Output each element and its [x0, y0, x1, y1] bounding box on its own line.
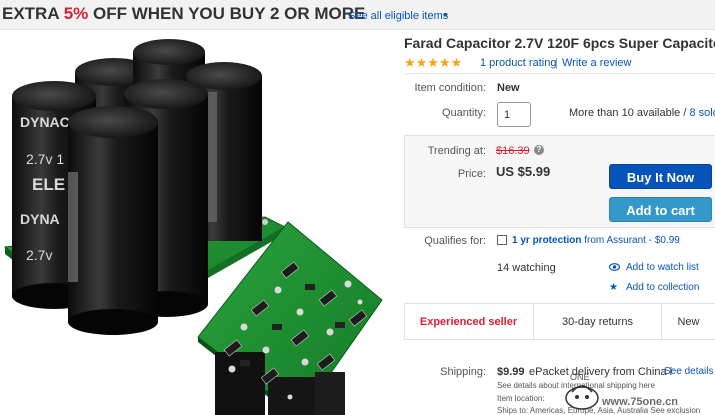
capacitor-module-illustration: DYNAC 2.7v 1 ELE DYNA 2.7v [3, 39, 383, 415]
info-icon[interactable]: ? [534, 145, 544, 155]
price-label: Price: [457, 168, 486, 180]
shipping-price: $9.99 [497, 366, 525, 378]
promo-text-after: OFF WHEN YOU BUY 2 OR MORE [88, 4, 366, 23]
protection-checkbox[interactable] [497, 235, 507, 245]
cap-label-3: ELE [32, 175, 65, 194]
product-title: Farad Capacitor 2.7V 120F 6pcs Super Cap… [404, 35, 715, 51]
price-value: US $5.99 [496, 164, 551, 179]
svg-text:ONE: ONE [570, 372, 590, 382]
quantity-input[interactable] [497, 102, 531, 127]
add-to-cart-button[interactable]: Add to cart [609, 197, 712, 222]
cap-label-1: DYNAC [20, 114, 70, 130]
watching-count: 14 watching [497, 262, 556, 274]
rating-stars-icon: ★★★★★ [404, 55, 463, 70]
buy-it-now-button[interactable]: Buy It Now [609, 164, 712, 189]
item-location-line: Item location: [497, 394, 545, 403]
rating-separator: | [555, 57, 558, 69]
product-rating-link[interactable]: 1 product rating [480, 57, 556, 69]
cap-label-2: 2.7v 1 [26, 151, 64, 167]
protection-plan-bold: 1 yr protection [512, 235, 582, 246]
sold-count-link[interactable]: 8 sold [689, 107, 715, 119]
right-triangle-icon: ▸ [444, 10, 449, 19]
write-review-link[interactable]: Write a review [562, 57, 631, 69]
shipping-label: Shipping: [440, 366, 486, 378]
watermark-url: www.75one.cn [602, 396, 679, 408]
add-to-collection-link[interactable]: Add to collection [626, 282, 699, 293]
see-eligible-items-link[interactable]: See all eligible items [348, 10, 448, 22]
watermark-logo: ONE [565, 372, 599, 410]
returns-badge: 30-day returns [562, 316, 633, 328]
availability-text: More than 10 available / 8 sold [569, 107, 715, 119]
experienced-seller-badge: Experienced seller [419, 316, 518, 328]
promo-percent: 5% [63, 4, 89, 23]
capacitor-front-center [68, 106, 158, 335]
eye-icon [609, 263, 620, 271]
protection-plan-rest: from Assurant - $0.99 [581, 235, 680, 246]
protection-plan-link[interactable]: 1 yr protection from Assurant - $0.99 [512, 235, 680, 246]
trending-price: $16.39 [496, 145, 530, 157]
cap-label-5: 2.7v [26, 247, 52, 263]
condition-label: Item condition: [414, 82, 486, 94]
availability-count: More than 10 available / [569, 107, 690, 119]
star-icon: ★ [609, 282, 618, 293]
promo-banner: EXTRA 5% OFF WHEN YOU BUY 2 OR MORE See … [0, 0, 715, 30]
quantity-label: Quantity: [441, 107, 486, 119]
new-badge: New [677, 316, 700, 328]
title-divider [404, 73, 715, 74]
qualifies-label: Qualifies for: [424, 235, 486, 247]
condition-value: New [497, 82, 520, 94]
promo-text-before: EXTRA [2, 4, 64, 23]
cap-label-4: DYNA [20, 211, 60, 227]
promo-text: EXTRA 5% OFF WHEN YOU BUY 2 OR MORE [2, 4, 365, 24]
product-image[interactable]: DYNAC 2.7v 1 ELE DYNA 2.7v [0, 32, 398, 415]
trending-label: Trending at: [427, 145, 486, 157]
add-to-watch-list-link[interactable]: Add to watch list [626, 262, 699, 273]
